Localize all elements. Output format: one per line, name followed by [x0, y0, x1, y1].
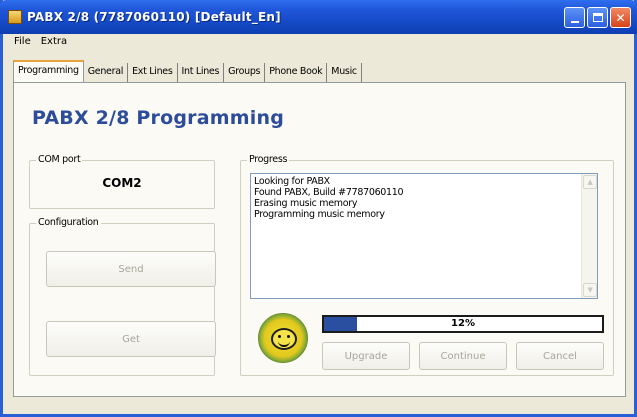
window-controls: ✕ [564, 7, 631, 28]
menu-file[interactable]: File [11, 36, 34, 52]
progress-percent: 12% [451, 318, 475, 329]
close-button[interactable]: ✕ [610, 7, 631, 28]
log-line: Erasing music memory [254, 198, 358, 209]
configuration-group: Configuration Send Get [29, 217, 216, 376]
get-button[interactable]: Get [46, 321, 216, 357]
cancel-button[interactable]: Cancel [516, 342, 604, 370]
scroll-down-icon[interactable]: ▼ [583, 283, 597, 297]
log-line: Programming music memory [254, 209, 385, 220]
maximize-button[interactable] [587, 7, 608, 28]
tab-phone-book[interactable]: Phone Book [265, 63, 328, 82]
minimize-icon [570, 20, 579, 23]
app-icon [8, 10, 22, 24]
maximize-icon [592, 13, 603, 22]
progress-group: Progress Looking for PABX Found PABX, Bu… [240, 154, 614, 376]
progress-bar: 12% [322, 315, 604, 333]
continue-button[interactable]: Continue [419, 342, 507, 370]
log-line: Looking for PABX [254, 176, 330, 187]
minimize-button[interactable] [564, 7, 585, 28]
app-window: PABX 2/8 (7787060110) [Default_En] ✕ Fil… [0, 0, 637, 417]
com-port-label: COM port [36, 154, 83, 165]
menu-bar: File Extra [3, 36, 70, 52]
log-line: Found PABX, Build #7787060110 [254, 187, 404, 198]
page-title: PABX 2/8 Programming [32, 107, 285, 129]
smiley-icon [271, 328, 297, 350]
close-icon: ✕ [615, 10, 626, 25]
programming-panel: PABX 2/8 Programming COM port COM2 Confi… [13, 82, 626, 397]
title-bar[interactable]: PABX 2/8 (7787060110) [Default_En] ✕ [0, 0, 637, 34]
tab-int-lines[interactable]: Int Lines [177, 63, 225, 82]
com-port-value: COM2 [102, 176, 142, 190]
tab-general[interactable]: General [83, 63, 129, 82]
window-title: PABX 2/8 (7787060110) [Default_En] [27, 10, 281, 24]
log-scrollbar[interactable]: ▲ ▼ [581, 174, 597, 298]
progress-label: Progress [247, 154, 290, 165]
com-port-group: COM port COM2 [29, 154, 215, 209]
upgrade-button[interactable]: Upgrade [322, 342, 410, 370]
send-button[interactable]: Send [46, 251, 216, 287]
tab-groups[interactable]: Groups [224, 63, 266, 82]
tab-ext-lines[interactable]: Ext Lines [128, 63, 178, 82]
pabx-logo [258, 313, 308, 363]
tab-programming[interactable]: Programming [13, 60, 84, 82]
tab-strip: Programming General Ext Lines Int Lines … [13, 60, 362, 82]
configuration-label: Configuration [36, 217, 101, 228]
menu-extra[interactable]: Extra [38, 36, 70, 52]
tab-music[interactable]: Music [327, 63, 362, 82]
scroll-up-icon[interactable]: ▲ [583, 175, 597, 189]
progress-log[interactable]: Looking for PABX Found PABX, Build #7787… [250, 173, 598, 299]
